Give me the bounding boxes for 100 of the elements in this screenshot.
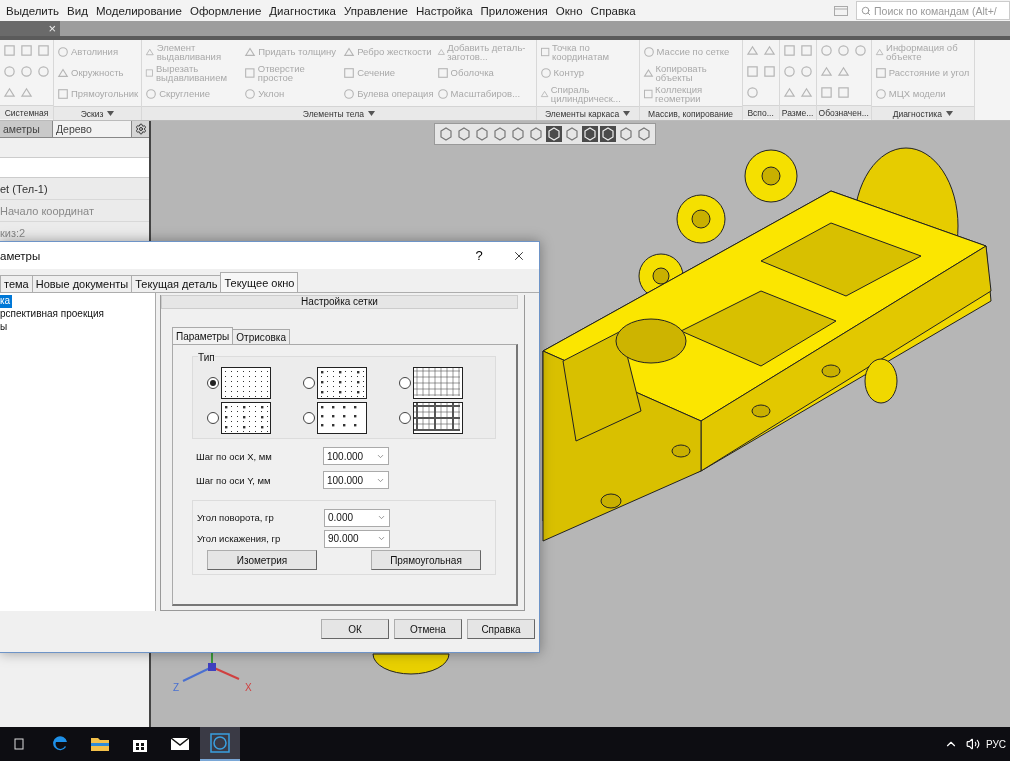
radio-button[interactable] [399, 412, 411, 424]
dialog-button[interactable]: Отмена [394, 619, 462, 639]
menu-item[interactable]: Моделирование [91, 2, 186, 19]
settings-button[interactable] [132, 121, 149, 137]
tool-icon [57, 45, 69, 58]
filter-field[interactable] [0, 157, 149, 178]
view-tool-icon[interactable] [582, 126, 598, 142]
menu-item[interactable]: Выделить [2, 2, 64, 19]
value-combo[interactable]: 100.000 [323, 447, 389, 465]
tool-icon [745, 65, 759, 78]
tool-icon [837, 86, 851, 99]
menu-item[interactable]: Диагностика [265, 2, 340, 19]
tool-icon [762, 44, 776, 57]
dialog-tab[interactable]: Новые документы [31, 275, 133, 292]
preset-button[interactable]: Прямоугольная [371, 550, 481, 570]
tool-icon [20, 86, 33, 99]
value-combo[interactable]: 90.000 [324, 529, 390, 548]
sub-tab[interactable]: Отрисовка [232, 329, 290, 344]
radio-button[interactable] [207, 377, 219, 389]
tool-icon [642, 87, 654, 100]
tool-icon [37, 65, 50, 78]
group-label: Элементы каркаса [545, 108, 620, 119]
view-tool-icon[interactable] [474, 126, 490, 142]
dialog-button[interactable]: Справка [467, 619, 535, 639]
tool-icon [20, 44, 33, 57]
grid-preview-drawing [221, 367, 271, 399]
radio-button[interactable] [303, 377, 315, 389]
language-indicator[interactable]: РУС [985, 738, 1006, 750]
value-combo[interactable]: 0.000 [324, 508, 390, 527]
tool-icon [343, 87, 356, 100]
tool-icon [854, 44, 868, 57]
dialog-tab[interactable]: тема [0, 275, 33, 292]
view-tool-icon[interactable] [600, 126, 616, 142]
view-tool-icon[interactable] [510, 126, 526, 142]
group-label: Диагностика [892, 108, 942, 119]
group-label: Системная [4, 107, 49, 118]
tool-icon [782, 44, 796, 57]
document-tab[interactable]: × [0, 21, 60, 36]
tree-item[interactable]: et (Тел-1) [0, 178, 149, 200]
tool-icon [874, 87, 887, 100]
chevron-down-icon [377, 534, 386, 543]
group-label: Разме... [781, 107, 814, 118]
app-icon[interactable] [200, 727, 240, 761]
menu-item[interactable]: Оформление [185, 2, 266, 19]
group-label: Эскиз [80, 108, 104, 119]
menu-item[interactable]: Управление [340, 2, 412, 19]
help-button[interactable]: ? [459, 242, 499, 269]
tool-icon [642, 45, 655, 58]
close-icon[interactable]: × [48, 21, 56, 36]
tool-icon [3, 86, 16, 99]
list-item[interactable]: рспективная проекция [0, 308, 106, 321]
field-label: Шаг по оси X, мм [195, 450, 273, 462]
menu-item[interactable]: Настройка [411, 2, 477, 19]
group-legend: Тип [198, 352, 215, 363]
view-tool-icon[interactable] [564, 126, 580, 142]
tool-icon [820, 65, 834, 78]
group-label: Элементы тела [302, 108, 364, 119]
dialog-button[interactable]: ОК [321, 619, 389, 639]
menu-item[interactable]: Приложения [476, 2, 552, 19]
grid-preview-drawing [221, 402, 271, 434]
tool-icon [3, 65, 16, 78]
group-label: Массив, копирование [648, 108, 734, 119]
grid-preview-drawing [413, 367, 463, 399]
view-tool-icon[interactable] [528, 126, 544, 142]
section-header: Настройка сетки [161, 295, 518, 309]
radio-button[interactable] [399, 377, 411, 389]
tool-icon [3, 44, 16, 57]
view-tool-icon[interactable] [492, 126, 508, 142]
view-tool-icon[interactable] [546, 126, 562, 142]
dialog-tab[interactable]: Текущая деталь [131, 275, 222, 292]
tool-icon [37, 44, 50, 57]
list-item[interactable]: ы [0, 321, 10, 334]
view-tool-icon[interactable] [636, 126, 652, 142]
preset-button[interactable]: Изометрия [207, 550, 317, 570]
view-tool-icon[interactable] [618, 126, 634, 142]
tool-icon [57, 87, 69, 100]
tool-icon [642, 66, 654, 79]
dialog-tab[interactable]: Текущее окно [220, 272, 299, 292]
view-tool-icon[interactable] [456, 126, 472, 142]
list-item[interactable]: ка [0, 295, 13, 308]
tool-icon [782, 86, 796, 99]
tool-icon [820, 86, 834, 99]
sub-tab[interactable]: Параметры [172, 327, 234, 344]
tool-icon [343, 66, 356, 79]
menu-item[interactable]: Справка [586, 2, 640, 19]
radio-button[interactable] [207, 412, 219, 424]
field-label: Угол поворота, гр [196, 512, 275, 523]
radio-button[interactable] [303, 412, 315, 424]
view-tool-icon[interactable] [438, 126, 454, 142]
panel-tab[interactable]: аметры [0, 121, 53, 137]
menu-item[interactable]: Окно [551, 2, 587, 19]
tool-icon [820, 44, 834, 57]
tool-icon [57, 66, 69, 79]
field-label: Угол искажения, гр [196, 533, 282, 544]
speaker-icon[interactable] [965, 737, 980, 751]
value-combo[interactable]: 100.000 [323, 471, 389, 489]
menu-item[interactable]: Вид [63, 2, 92, 19]
tool-icon [799, 65, 813, 78]
grid-preview-drawing [317, 367, 367, 399]
tool-icon [539, 66, 552, 79]
